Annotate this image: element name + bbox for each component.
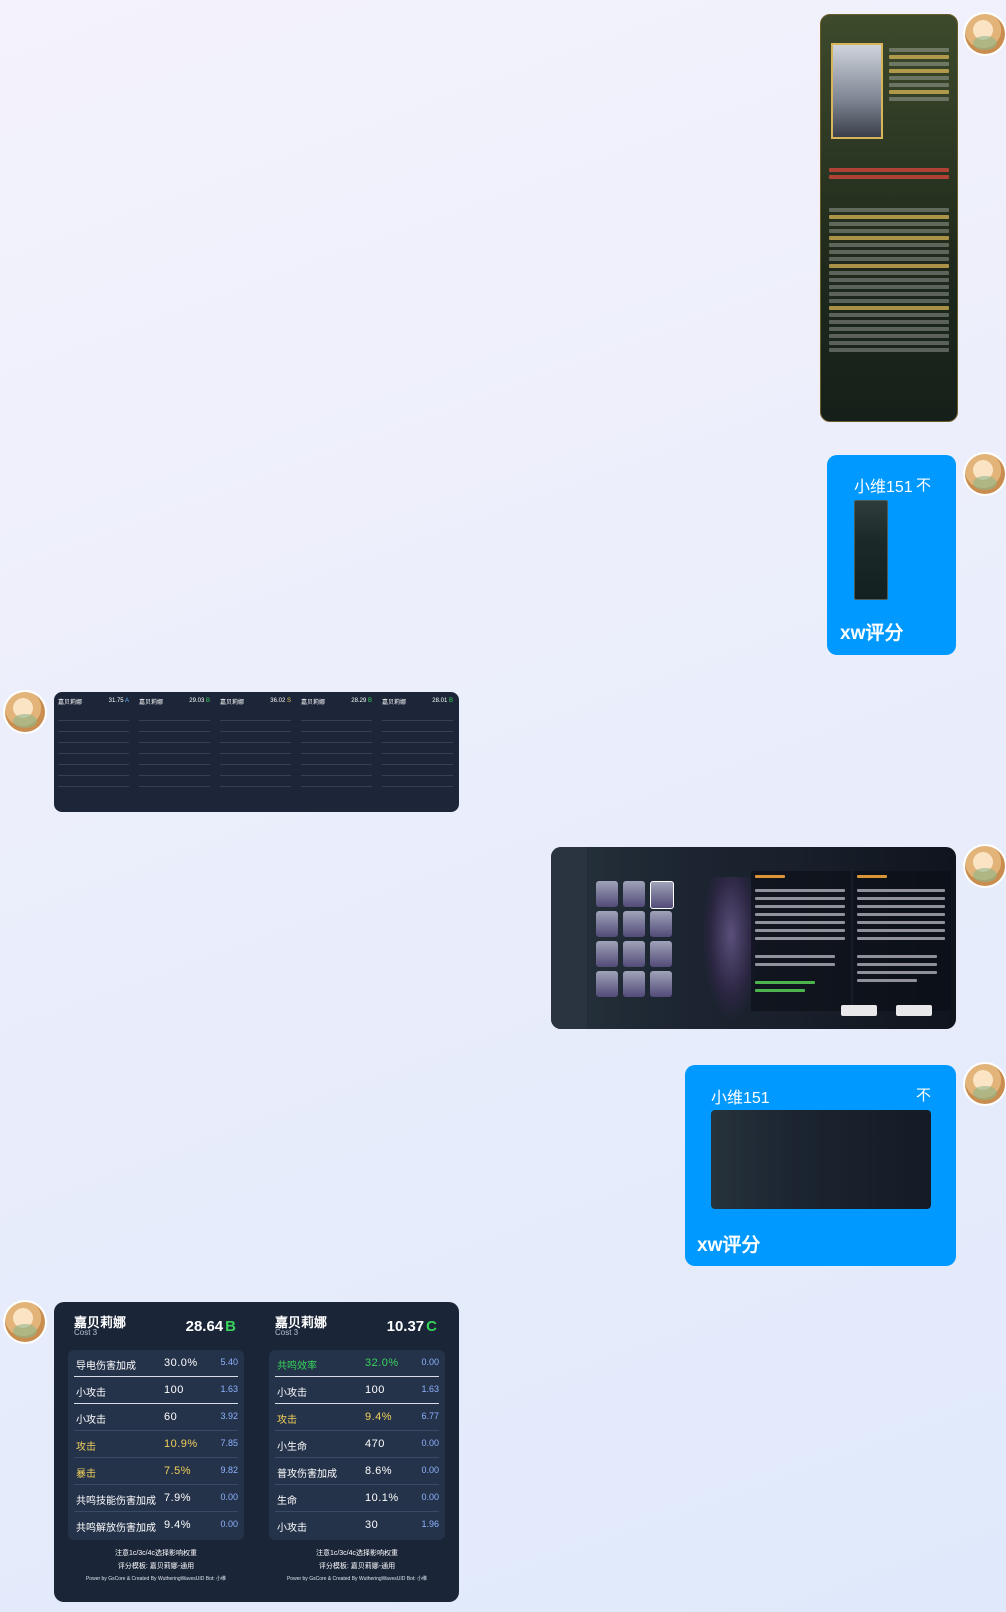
stat-row: 共鸣技能伤害加成 7.9% 0.00: [68, 1485, 244, 1512]
stat-row: 小攻击 30 1.96: [277, 1519, 439, 1534]
forward-title: 小维151: [854, 479, 913, 496]
strip-card: 嘉贝莉娜 29.03 B: [135, 692, 214, 810]
stat-row: 攻击 10.9% 7.85: [68, 1431, 244, 1458]
card-score: 10.37 C: [386, 1318, 437, 1335]
stat-table: 共鸣效率 32.0% 0.00 小攻击 100 1.63 攻击 9.4% 6.77 小生命 4…: [269, 1350, 445, 1540]
stat-row: 小攻击 100 1.63: [269, 1377, 445, 1404]
card-echo-rows: [829, 205, 949, 355]
left-stat-panel: [751, 871, 851, 1011]
stat-row: 攻击 9.4% 6.77: [269, 1404, 445, 1431]
card-credits: Power by GsCore & Created By WutheringWa…: [85, 1576, 227, 1582]
strip-card: 嘉贝莉娜 36.02 S: [216, 692, 295, 810]
score-cards-image[interactable]: 嘉贝莉娜 Cost 3 28.64 B 导电伤害加成 30.0% 5.40 小攻击 10…: [54, 1302, 459, 1602]
stat-table: 导电伤害加成 30.0% 5.40 小攻击 100 1.63 小攻击 60 3.92 攻击 1…: [68, 1350, 244, 1540]
game-sidebar: [551, 847, 587, 1029]
forwarded-message-bubble[interactable]: 小维151 不 xw评分: [685, 1065, 956, 1266]
user-avatar[interactable]: [965, 454, 1005, 494]
stat-row: 小攻击 100 1.63: [68, 1377, 244, 1404]
right-stat-panel: [853, 871, 951, 1011]
forward-title: 小维151: [711, 1090, 770, 1107]
stat-row: 导电伤害加成 30.0% 5.40: [68, 1350, 244, 1377]
stat-row: 小攻击 60 3.92: [68, 1404, 244, 1431]
character-card-image[interactable]: [820, 14, 958, 422]
score-card: 嘉贝莉娜 Cost 3 28.64 B 导电伤害加成 30.0% 5.40 小攻击 10…: [60, 1302, 252, 1592]
forward-close-icon[interactable]: 不: [916, 1084, 931, 1105]
card-score: 28.64 B: [185, 1318, 236, 1335]
card-cost: Cost 3: [74, 1328, 98, 1337]
strip-card: 嘉贝莉娜 31.75 A: [54, 692, 133, 810]
strip-card: 嘉贝莉娜 28.01 B: [378, 692, 457, 810]
bot-avatar[interactable]: [5, 692, 45, 732]
card-template: 评分模板: 嘉贝莉娜-通用: [318, 1563, 396, 1570]
forward-caption: xw评分: [840, 623, 904, 644]
card-note: 注意1c/3c/4c选择影响权重: [315, 1550, 399, 1557]
stat-row: 小生命 470 0.00: [269, 1431, 445, 1458]
forward-thumbnail[interactable]: [711, 1110, 931, 1209]
character-portrait: [831, 43, 883, 139]
stat-row: 共鸣解放伤害加成 9.4% 0.00: [76, 1519, 238, 1534]
equip-button[interactable]: [841, 1005, 877, 1016]
card-icon-row: [829, 165, 949, 182]
bot-avatar[interactable]: [5, 1302, 45, 1342]
stat-row: 暴击 7.5% 9.82: [68, 1458, 244, 1485]
card-stat-rows: [889, 45, 949, 104]
game-screenshot-image[interactable]: [551, 847, 956, 1029]
forwarded-message-bubble[interactable]: 小维151 不 xw评分: [827, 455, 956, 655]
stat-row: 普攻伤害加成 8.6% 0.00: [269, 1458, 445, 1485]
forward-caption: xw评分: [697, 1235, 761, 1256]
card-cost: Cost 3: [275, 1328, 299, 1337]
forward-thumbnail[interactable]: [854, 500, 888, 600]
strip-card: 嘉贝莉娜 28.29 B: [297, 692, 376, 810]
forward-close-icon[interactable]: 不: [916, 474, 931, 495]
score-strip-image[interactable]: 嘉贝莉娜 31.75 A 嘉贝莉娜 29.03 B 嘉贝莉娜 36.02 S 嘉…: [54, 692, 459, 812]
user-avatar[interactable]: [965, 14, 1005, 54]
card-note: 注意1c/3c/4c选择影响权重: [114, 1550, 198, 1557]
user-avatar[interactable]: [965, 1064, 1005, 1104]
score-card: 嘉贝莉娜 Cost 3 10.37 C 共鸣效率 32.0% 0.00 小攻击 100 1…: [261, 1302, 453, 1592]
card-template: 评分模板: 嘉贝莉娜-通用: [117, 1563, 195, 1570]
stat-row: 共鸣效率 32.0% 0.00: [269, 1350, 445, 1377]
stat-row: 生命 10.1% 0.00: [269, 1485, 445, 1512]
replace-button[interactable]: [896, 1005, 932, 1016]
user-avatar[interactable]: [965, 846, 1005, 886]
card-credits: Power by GsCore & Created By WutheringWa…: [286, 1576, 428, 1582]
